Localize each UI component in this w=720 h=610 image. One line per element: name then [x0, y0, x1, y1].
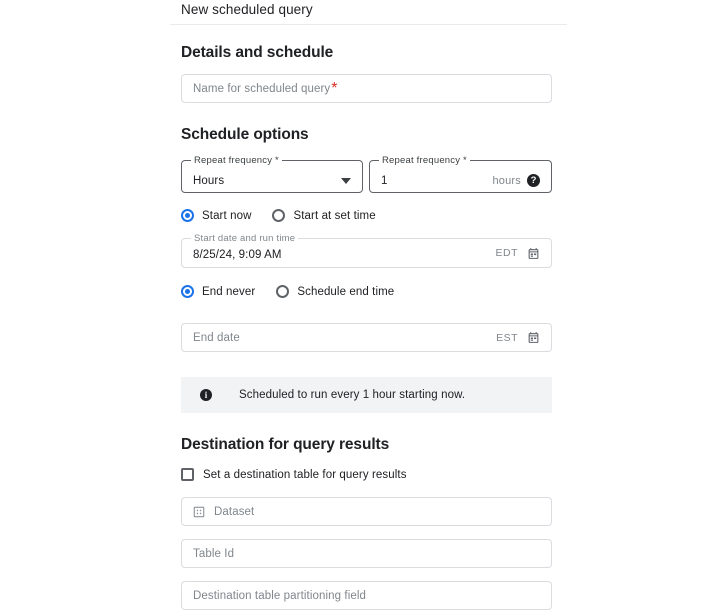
destination-table-partitioning-field-placeholder: Destination table partitioning field: [193, 590, 366, 602]
section-title-schedule-options: Schedule options: [181, 126, 552, 144]
set-destination-table-checkbox-row[interactable]: Set a destination table for query result…: [181, 468, 552, 481]
end-date-timezone: EST: [496, 332, 527, 344]
section-title-destination: Destination for query results: [181, 436, 552, 454]
radio-label-start-at-set-time: Start at set time: [293, 210, 375, 222]
start-date-timezone: EDT: [496, 247, 528, 259]
calendar-icon[interactable]: [527, 331, 540, 344]
dialog-content: Details and schedule Name for scheduled …: [181, 40, 552, 610]
calendar-icon[interactable]: [527, 247, 540, 260]
header-divider: [170, 24, 567, 25]
end-option-radio-group: End never Schedule end time: [181, 285, 552, 298]
radio-icon-schedule-end-time[interactable]: [276, 285, 289, 298]
scheduled-query-dialog: New scheduled query Details and schedule…: [0, 0, 720, 573]
table-id-input[interactable]: Table Id: [181, 539, 552, 568]
repeat-frequency-unit-value: Hours: [193, 175, 224, 187]
schedule-info-banner-text: Scheduled to run every 1 hour starting n…: [239, 389, 465, 401]
required-marker: *: [331, 80, 337, 98]
dialog-title: New scheduled query: [181, 0, 313, 20]
chevron-down-icon[interactable]: [341, 178, 351, 184]
checkbox-label-set-destination-table: Set a destination table for query result…: [203, 469, 407, 481]
repeat-frequency-unit-select[interactable]: Repeat frequency * Hours: [181, 160, 363, 193]
help-icon[interactable]: ?: [527, 174, 540, 187]
repeat-frequency-count-input[interactable]: Repeat frequency * 1 hours ?: [369, 160, 552, 193]
info-icon: i: [200, 389, 212, 401]
radio-icon-start-at-set-time[interactable]: [272, 209, 285, 222]
repeat-frequency-row: Repeat frequency * Hours Repeat frequenc…: [181, 160, 552, 193]
repeat-frequency-count-label: Repeat frequency *: [379, 155, 470, 166]
start-date-value: 8/25/24, 9:09 AM: [193, 249, 282, 261]
radio-label-end-never: End never: [202, 286, 255, 298]
start-date-label: Start date and run time: [191, 233, 298, 244]
repeat-frequency-unit-suffix: hours: [492, 175, 527, 187]
schedule-info-banner: i Scheduled to run every 1 hour starting…: [181, 377, 552, 413]
dataset-icon: [193, 506, 214, 518]
start-date-and-run-time-input[interactable]: Start date and run time 8/25/24, 9:09 AM…: [181, 238, 552, 268]
start-option-radio-group: Start now Start at set time: [181, 209, 552, 222]
end-date-placeholder: End date: [193, 332, 240, 344]
repeat-frequency-unit-label: Repeat frequency *: [191, 155, 282, 166]
repeat-frequency-count-value: 1: [381, 175, 388, 187]
checkbox-icon-set-destination-table[interactable]: [181, 468, 194, 481]
table-id-placeholder: Table Id: [193, 548, 234, 560]
radio-label-schedule-end-time: Schedule end time: [297, 286, 394, 298]
radio-option-end-never[interactable]: End never: [181, 285, 255, 298]
radio-icon-start-now[interactable]: [181, 209, 194, 222]
radio-option-start-at-set-time[interactable]: Start at set time: [272, 209, 375, 222]
dataset-placeholder: Dataset: [214, 506, 254, 518]
destination-table-partitioning-field-input[interactable]: Destination table partitioning field: [181, 581, 552, 610]
radio-label-start-now: Start now: [202, 210, 251, 222]
scheduled-query-name-placeholder: Name for scheduled query: [193, 83, 330, 95]
section-title-details: Details and schedule: [181, 44, 552, 62]
radio-icon-end-never[interactable]: [181, 285, 194, 298]
start-date-field-wrapper: Start date and run time 8/25/24, 9:09 AM…: [181, 238, 552, 268]
radio-option-start-now[interactable]: Start now: [181, 209, 251, 222]
end-date-input[interactable]: End date EST: [181, 323, 552, 352]
dataset-input[interactable]: Dataset: [181, 497, 552, 526]
radio-option-schedule-end-time[interactable]: Schedule end time: [276, 285, 394, 298]
scheduled-query-name-input[interactable]: Name for scheduled query*: [181, 74, 552, 103]
